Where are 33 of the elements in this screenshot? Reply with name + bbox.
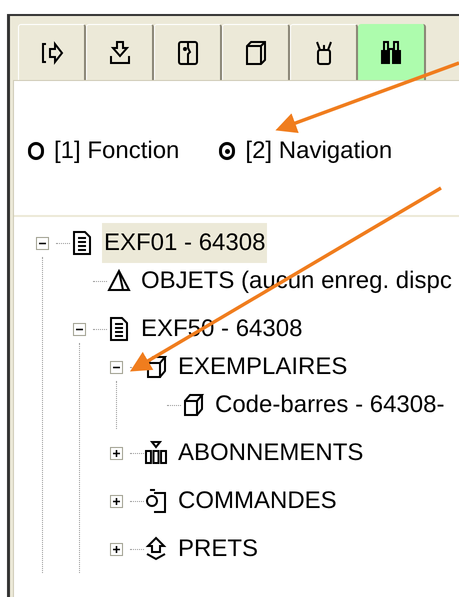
document-icon xyxy=(70,230,94,256)
document-icon xyxy=(107,316,131,342)
radio-label: [2] Navigation xyxy=(245,136,392,166)
tree-item[interactable]: PRETS xyxy=(176,529,260,569)
expand-button[interactable] xyxy=(110,494,123,508)
toolbar-tab[interactable] xyxy=(358,24,426,80)
binoculars-icon xyxy=(379,39,403,65)
plus-icon xyxy=(112,544,121,554)
plus-icon xyxy=(112,496,121,506)
face-icon xyxy=(176,40,200,66)
collapse-button[interactable] xyxy=(36,236,49,250)
bag-icon xyxy=(144,488,168,514)
tree-item[interactable]: COMMANDES xyxy=(176,481,339,521)
collapse-button[interactable] xyxy=(73,322,86,336)
cube-icon xyxy=(181,392,205,418)
plus-icon xyxy=(112,448,121,458)
boxes-icon xyxy=(144,440,168,466)
download-icon xyxy=(108,40,132,66)
exit-icon xyxy=(40,40,64,66)
tree-item[interactable]: ABONNEMENTS xyxy=(176,433,366,473)
pyramid-icon xyxy=(107,268,131,294)
expand-button[interactable] xyxy=(110,542,123,556)
radio-label: [1] Fonction xyxy=(54,136,180,166)
pages-icon xyxy=(244,40,268,66)
collapse-button[interactable] xyxy=(110,360,123,374)
cube-icon xyxy=(144,354,168,380)
expand-button[interactable] xyxy=(110,446,123,460)
radio-button[interactable] xyxy=(28,142,44,160)
upload-icon xyxy=(144,536,168,562)
tree-item[interactable]: EXEMPLAIRES xyxy=(176,347,350,387)
tree-item[interactable]: Code-barres - 64308- xyxy=(213,385,446,425)
radio-button[interactable] xyxy=(219,142,236,160)
tree-item[interactable]: EXF01 - 64308 xyxy=(102,223,268,263)
